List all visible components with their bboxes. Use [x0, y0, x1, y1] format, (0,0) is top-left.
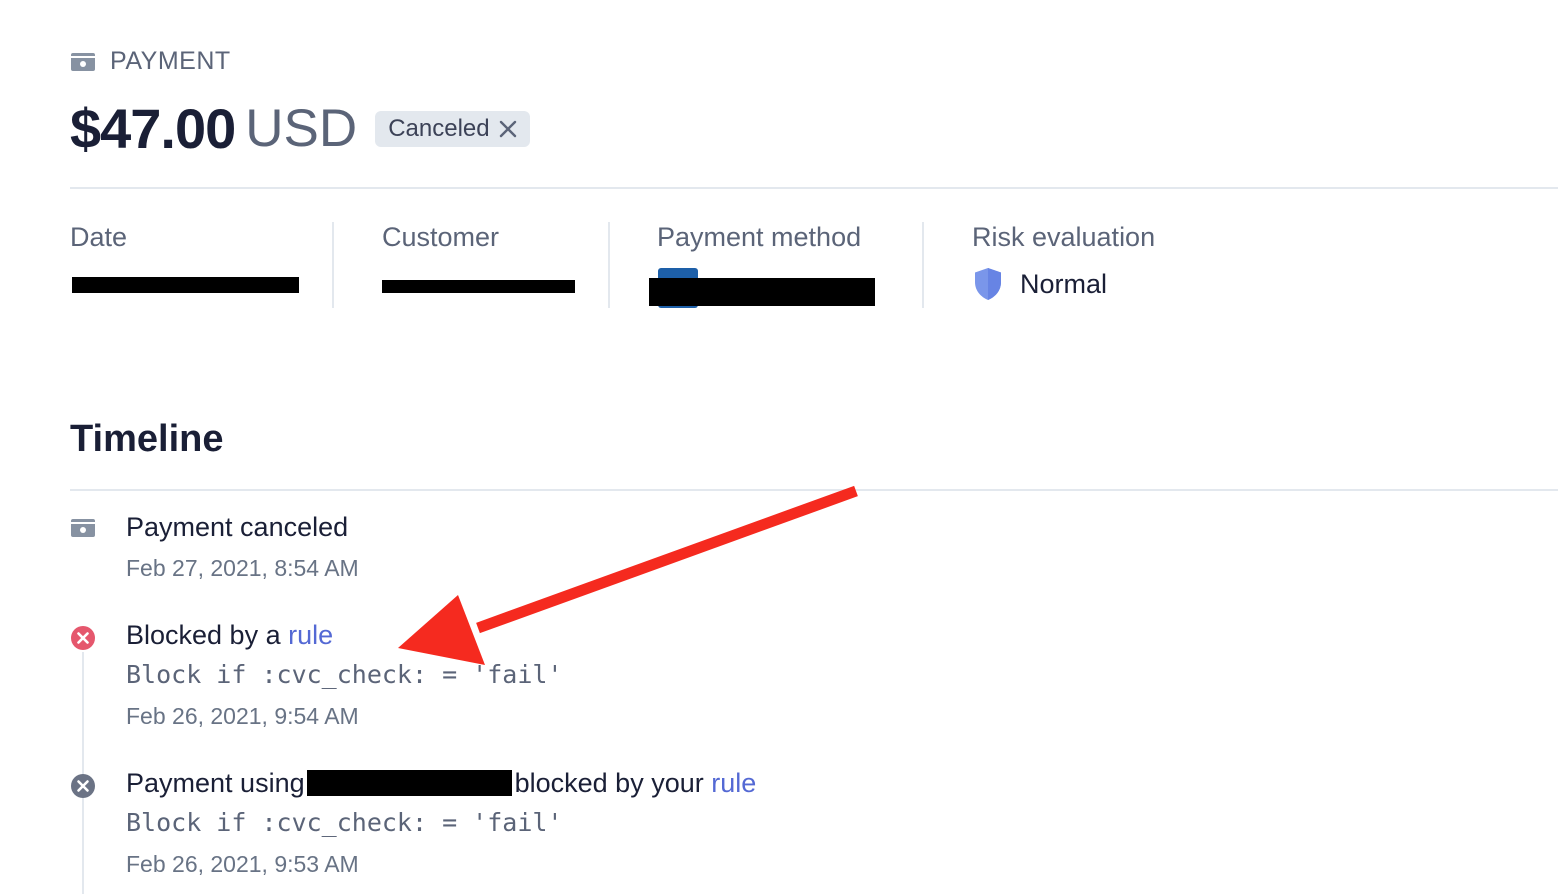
header-divider: [70, 187, 1558, 189]
rule-link[interactable]: rule: [288, 620, 333, 650]
payment-method-label: Payment method: [657, 222, 862, 252]
redacted-date: [72, 277, 299, 293]
shield-icon: [975, 268, 1001, 300]
rule-link[interactable]: rule: [711, 768, 756, 798]
timeline-event-title: Blocked by a rule: [126, 620, 333, 651]
status-badge-label: Canceled: [388, 114, 490, 142]
payment-card-icon: [71, 52, 95, 71]
timeline-event-title-text: blocked by your: [514, 768, 712, 798]
redacted-payment-method: [306, 770, 512, 796]
column-separator: [922, 222, 924, 308]
timeline-title: Timeline: [70, 418, 224, 460]
timeline-event-title: Payment canceled: [126, 512, 349, 542]
payment-card-icon: [71, 519, 95, 537]
status-badge: Canceled: [375, 110, 530, 147]
rule-code: Block if :cvc_check: = 'fail': [126, 660, 563, 689]
amount-row: $47.00 USD Canceled: [70, 96, 530, 161]
summary-customer: Customer: [382, 222, 592, 308]
timeline-event-title: Payment using blocked by your rule: [126, 768, 756, 799]
redacted-customer-link[interactable]: [382, 280, 575, 293]
timeline-event-date: Feb 27, 2021, 8:54 AM: [126, 555, 359, 581]
risk-label: Risk evaluation: [972, 222, 1156, 252]
object-type-label: PAYMENT: [70, 47, 231, 76]
error-circle-icon: [71, 626, 95, 650]
timeline-event-date: Feb 26, 2021, 9:54 AM: [126, 703, 359, 729]
customer-label: Customer: [382, 222, 500, 252]
object-type-text: PAYMENT: [110, 47, 231, 75]
summary-payment-method: Payment method: [648, 222, 898, 308]
close-icon: [499, 120, 516, 137]
redacted-payment-method: [649, 278, 875, 306]
timeline-divider: [70, 489, 1558, 491]
payment-currency: USD: [245, 99, 358, 158]
column-separator: [608, 222, 610, 308]
timeline-event-date: Feb 26, 2021, 9:53 AM: [126, 851, 359, 877]
date-label: Date: [70, 222, 128, 252]
column-separator: [332, 222, 334, 308]
timeline-event-title-text: Payment using: [126, 768, 305, 798]
risk-value-row: Normal: [972, 267, 1232, 301]
cancel-circle-icon: [71, 774, 95, 798]
payment-amount: $47.00: [70, 97, 236, 160]
risk-value: Normal: [1020, 268, 1108, 299]
timeline-event-title-text: Blocked by a: [126, 620, 289, 650]
summary-risk: Risk evaluation Normal: [972, 222, 1232, 308]
summary-date: Date: [70, 222, 310, 308]
rule-code: Block if :cvc_check: = 'fail': [126, 808, 563, 837]
